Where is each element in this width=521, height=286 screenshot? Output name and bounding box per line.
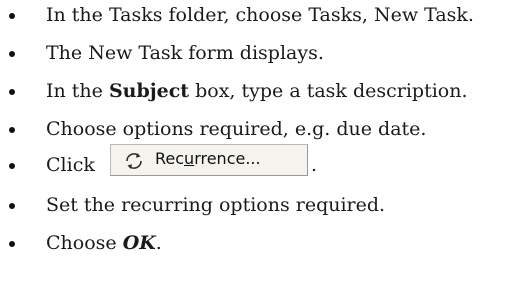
step-text-pre: Choose <box>46 232 123 254</box>
step-text: Choose options required, e.g. due date. <box>46 118 427 140</box>
bullet-icon <box>9 241 15 247</box>
step-text: Set the recurring options required. <box>46 194 386 216</box>
step-text-post: . <box>311 154 318 176</box>
step-text: Choose OK. <box>46 228 162 258</box>
step-text: In the Tasks folder, choose Tasks, New T… <box>46 4 474 26</box>
step-text: In the Subject box, type a task descript… <box>46 76 468 106</box>
bullet-icon <box>9 127 15 133</box>
subject-field-name: Subject <box>108 80 190 102</box>
recurrence-arrows-icon <box>126 153 142 169</box>
recurrence-button[interactable]: Recurrence... <box>110 144 308 176</box>
list-item: The New Task form displays. <box>0 38 521 68</box>
ok-button-name: OK <box>122 232 156 254</box>
recurrence-button-label: Recurrence... <box>155 149 261 168</box>
step-text: The New Task form displays. <box>46 42 324 64</box>
bullet-icon <box>9 13 15 19</box>
step-text-pre: In the <box>46 80 109 102</box>
bullet-icon <box>9 89 15 95</box>
bullet-icon <box>9 163 15 169</box>
step-text-post: box, type a task description. <box>189 80 468 102</box>
list-item: In the Tasks folder, choose Tasks, New T… <box>0 0 521 30</box>
list-item: Set the recurring options required. <box>0 190 521 220</box>
bullet-icon <box>9 51 15 57</box>
list-item: Choose options required, e.g. due date. <box>0 114 521 144</box>
list-item: Choose OK. <box>0 228 521 258</box>
step-text: Click <box>46 154 95 176</box>
step-text-post: . <box>155 232 162 254</box>
list-item: In the Subject box, type a task descript… <box>0 76 521 106</box>
bullet-icon <box>9 203 15 209</box>
